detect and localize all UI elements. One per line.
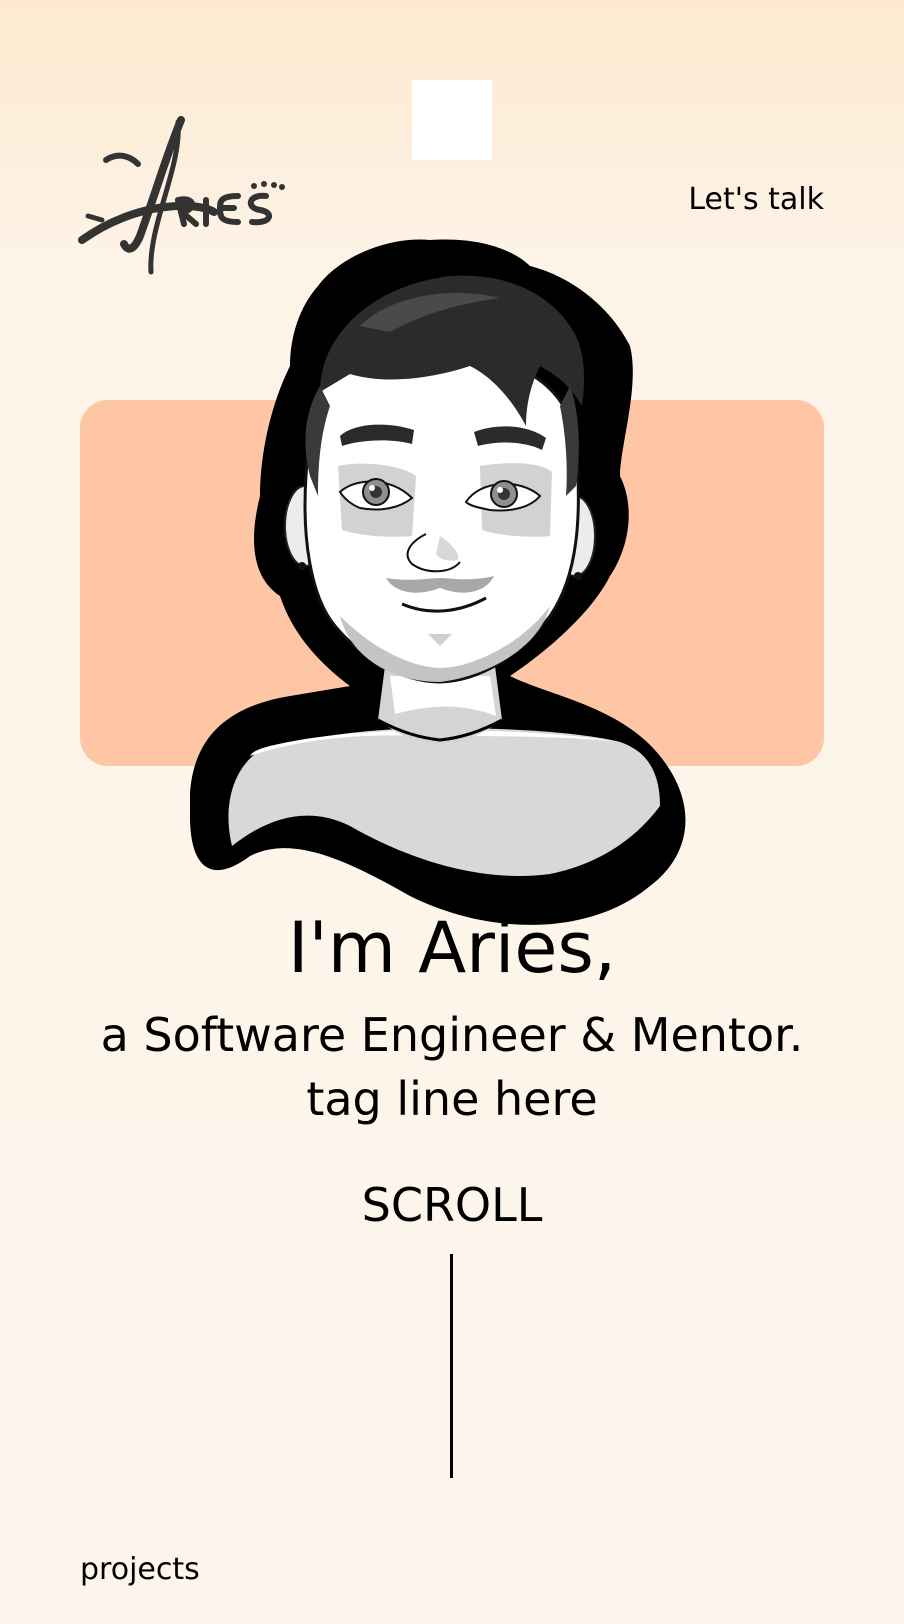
hero-subtitle: a Software Engineer & Mentor. [100, 1008, 804, 1062]
scroll-indicator-line [450, 1254, 453, 1478]
top-square [412, 80, 492, 160]
hero-headline: I'm Aries, [287, 907, 617, 989]
avatar-illustration [190, 239, 686, 925]
projects-link[interactable]: projects [80, 1550, 200, 1590]
hero-tagline: tag line here [306, 1072, 598, 1126]
lets-talk-link[interactable]: Let's talk [688, 180, 824, 220]
scroll-indicator-label[interactable]: SCROLL [0, 1176, 904, 1234]
